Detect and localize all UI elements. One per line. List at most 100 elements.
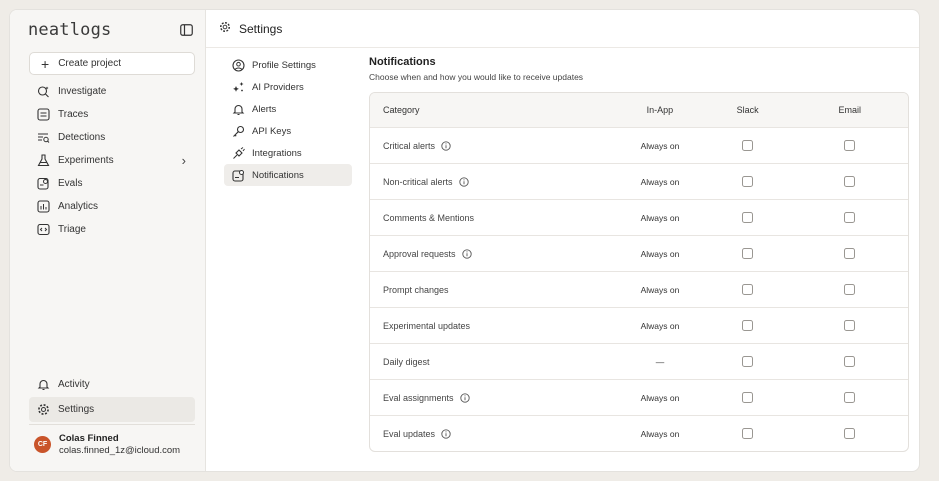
in-app-cell: Always on — [640, 428, 680, 439]
settings-nav-profile[interactable]: Profile Settings — [224, 54, 352, 76]
sidebar-item-label: Triage — [58, 224, 86, 235]
sidebar-item-experiments[interactable]: Experiments › — [29, 149, 195, 172]
category-label: Critical alerts — [383, 140, 436, 151]
settings-nav-label: AI Providers — [252, 81, 304, 93]
sidebar-item-detections[interactable]: Detections — [29, 126, 195, 149]
code-box-icon — [36, 223, 50, 237]
email-checkbox[interactable] — [844, 428, 856, 439]
sidebar-item-label: Detections — [58, 132, 106, 143]
category-cell: Comments & Mentions — [370, 213, 616, 223]
email-cell — [791, 284, 908, 295]
slack-checkbox[interactable] — [742, 320, 754, 331]
in-app-cell: Always on — [640, 176, 680, 187]
slack-cell — [704, 356, 792, 367]
email-checkbox[interactable] — [844, 392, 856, 403]
gear-icon — [36, 403, 50, 417]
settings-nav-ai-providers[interactable]: AI Providers — [224, 76, 352, 98]
avatar: CF — [34, 436, 51, 453]
create-project-button[interactable]: + Create project — [29, 52, 195, 75]
sidebar-item-activity[interactable]: Activity — [29, 372, 195, 397]
email-cell — [791, 392, 908, 403]
flask-icon — [36, 154, 50, 168]
email-cell — [791, 356, 908, 367]
category-label: Experimental updates — [383, 320, 471, 331]
info-icon[interactable] — [459, 392, 470, 403]
sidebar-bottom-nav: Activity Settings — [29, 372, 195, 422]
slack-checkbox[interactable] — [742, 140, 754, 151]
category-cell: Eval assignments — [370, 393, 616, 403]
slack-checkbox[interactable] — [742, 392, 754, 403]
email-cell — [791, 212, 908, 223]
filter-search-icon — [36, 131, 50, 145]
list-box-icon — [36, 108, 50, 122]
category-cell: Critical alerts — [370, 141, 616, 151]
bell-icon — [36, 378, 50, 392]
sidebar-item-investigate[interactable]: Investigate — [29, 80, 195, 103]
email-checkbox[interactable] — [844, 140, 856, 151]
sidebar-item-label: Investigate — [58, 86, 107, 97]
table-row: Non-critical alerts Always on — [370, 163, 908, 199]
sparkles-icon — [231, 80, 245, 94]
info-icon[interactable] — [458, 176, 469, 187]
slack-checkbox[interactable] — [742, 248, 754, 259]
sidebar-item-traces[interactable]: Traces — [29, 103, 195, 126]
settings-nav-label: API Keys — [252, 125, 292, 137]
sidebar-item-triage[interactable]: Triage — [29, 218, 195, 241]
category-cell: Approval requests — [370, 249, 616, 259]
slack-cell — [704, 320, 792, 331]
email-checkbox[interactable] — [844, 356, 856, 367]
sidebar-toggle-icon[interactable] — [180, 23, 193, 41]
sidebar-item-label: Settings — [58, 404, 95, 415]
plus-icon: + — [41, 55, 50, 72]
info-icon[interactable] — [441, 140, 451, 151]
table-row: Prompt changes Always on — [370, 271, 908, 307]
settings-nav-label: Profile Settings — [252, 59, 316, 71]
user-profile[interactable]: CF Colas Finned colas.finned_1z@icloud.c… — [34, 433, 180, 456]
category-cell: Daily digest — [370, 357, 616, 367]
sidebar-divider — [29, 424, 195, 425]
slack-checkbox[interactable] — [742, 356, 754, 367]
info-icon[interactable] — [441, 428, 451, 439]
sidebar-item-analytics[interactable]: Analytics — [29, 195, 195, 218]
category-label: Comments & Mentions — [383, 212, 475, 223]
slack-cell — [704, 248, 792, 259]
email-cell — [791, 428, 908, 439]
email-checkbox[interactable] — [844, 176, 856, 187]
settings-nav-label: Integrations — [252, 147, 302, 159]
table-row: Experimental updates Always on — [370, 307, 908, 343]
slack-checkbox[interactable] — [742, 284, 754, 295]
create-project-label: Create project — [58, 58, 121, 69]
section-subtitle: Choose when and how you would like to re… — [369, 72, 584, 82]
settings-nav-integrations[interactable]: Integrations — [224, 142, 352, 164]
table-header: Category In-App Slack Email — [370, 93, 908, 127]
sidebar-nav: Investigate Traces Detections Experiment… — [29, 80, 195, 241]
in-app-cell: Always on — [640, 212, 680, 223]
email-cell — [791, 248, 908, 259]
column-header-in-app: In-App — [646, 105, 674, 115]
in-app-cell: — — [655, 356, 665, 367]
email-cell — [791, 320, 908, 331]
slack-checkbox[interactable] — [742, 176, 754, 187]
info-icon[interactable] — [461, 248, 472, 259]
email-checkbox[interactable] — [844, 212, 856, 223]
sidebar-item-evals[interactable]: Evals — [29, 172, 195, 195]
column-header-category: Category — [383, 105, 420, 115]
email-checkbox[interactable] — [844, 320, 856, 331]
settings-nav-alerts[interactable]: Alerts — [224, 98, 352, 120]
email-checkbox[interactable] — [844, 248, 856, 259]
slack-checkbox[interactable] — [742, 428, 754, 439]
chevron-right-icon[interactable]: › — [182, 153, 186, 168]
category-cell: Prompt changes — [370, 285, 616, 295]
settings-nav-notifications[interactable]: Notifications — [224, 164, 352, 186]
table-row: Comments & Mentions Always on — [370, 199, 908, 235]
column-header-slack: Slack — [736, 105, 759, 115]
settings-nav-label: Notifications — [252, 169, 304, 181]
category-label: Prompt changes — [383, 284, 449, 295]
email-checkbox[interactable] — [844, 284, 856, 295]
in-app-cell: Always on — [640, 392, 680, 403]
sidebar-item-settings[interactable]: Settings — [29, 397, 195, 422]
settings-nav-api-keys[interactable]: API Keys — [224, 120, 352, 142]
app-window: neatlogs + Create project Investigate Tr… — [9, 9, 920, 472]
gear-icon — [219, 20, 231, 38]
slack-checkbox[interactable] — [742, 212, 754, 223]
